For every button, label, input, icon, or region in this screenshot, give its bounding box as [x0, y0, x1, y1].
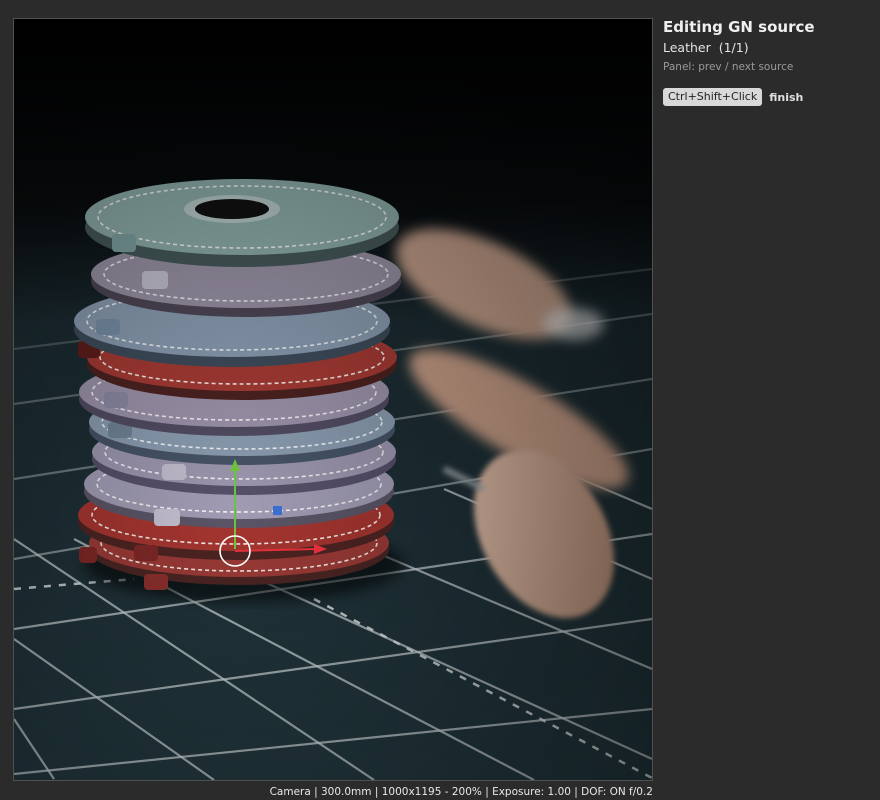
viewport-status-bar: Camera | 300.0mm | 1000x1195 - 200% | Ex…: [269, 786, 653, 798]
source-panel: Editing GN source Leather (1/1) Panel: p…: [663, 18, 873, 106]
gizmo-z-handle: [273, 506, 282, 515]
shortcut-key-badge[interactable]: Ctrl+Shift+Click: [663, 88, 763, 106]
render-viewport[interactable]: [13, 18, 653, 781]
shortcut-row: Ctrl+Shift+Click finish: [663, 88, 873, 106]
render-image: [14, 19, 652, 780]
panel-hint: Panel: prev / next source: [663, 61, 794, 73]
app-window: Editing GN source Leather (1/1) Panel: p…: [0, 0, 880, 800]
panel-subtitle: Leather (1/1): [663, 40, 749, 55]
shortcut-action-label: finish: [769, 90, 804, 104]
panel-title: Editing GN source: [663, 18, 815, 36]
